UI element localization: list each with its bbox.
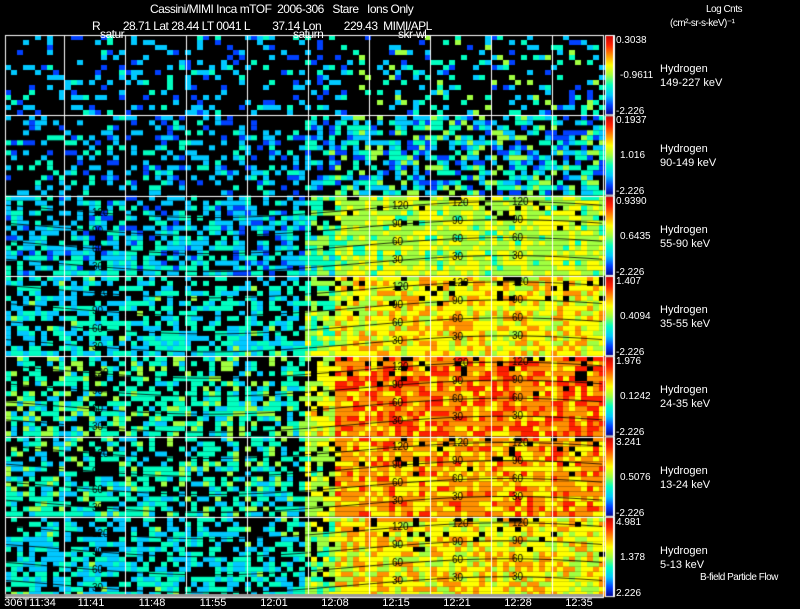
x-tick-label: 12:01 — [260, 597, 288, 609]
panel-energy: 5-13 keV — [660, 558, 705, 571]
marker-saturn: saturn — [293, 27, 324, 41]
colorbar-max: 0.3038 — [616, 35, 647, 46]
colorbar-mid: 0.6435 — [620, 230, 651, 242]
panel-species: Hydrogen — [660, 384, 708, 397]
panel-energy: 55-90 keV — [660, 237, 711, 250]
marker-satur: satur — [100, 27, 125, 41]
panel-species: Hydrogen — [660, 63, 708, 75]
x-tick-label: 12:28 — [504, 597, 532, 609]
panel-species: Hydrogen — [660, 303, 708, 316]
x-tick-label: 11:48 — [138, 597, 166, 609]
panel-energy: 13-24 keV — [660, 478, 711, 491]
colorbar-mid: 1.378 — [620, 551, 646, 563]
x-tick-label: 11:55 — [199, 597, 227, 609]
colorbar-mid: 0.1242 — [620, 391, 651, 403]
x-tick-label: 12:21 — [443, 597, 471, 609]
colorbar-mid: 0.4094 — [620, 310, 651, 322]
panel-species: Hydrogen — [660, 464, 708, 477]
panel-species: Hydrogen — [660, 143, 708, 156]
colorbar-max: 0.9390 — [616, 195, 647, 207]
plot-title: Cassini/MIMI Inca mTOF 2006-306 Stare Io… — [150, 2, 414, 16]
panel-species: Hydrogen — [660, 223, 708, 236]
colorbar-min: 2.226 — [616, 587, 642, 599]
units-label-2: (cm²-sr-s-keV)⁻¹ — [670, 18, 735, 29]
panel-species: Hydrogen — [660, 544, 708, 557]
panel-energy: 90-149 keV — [660, 157, 717, 170]
ephemeris-line: R 28.71 Lat 28.44 LT 0041 L 37.14 Lon 22… — [92, 19, 432, 33]
panel-energy: 24-35 keV — [660, 398, 711, 411]
colorbar-max: 1.407 — [616, 275, 642, 287]
x-tick-label: 12:15 — [382, 597, 410, 609]
x-tick-label: 12:08 — [321, 597, 349, 609]
x-tick-label: 12:35 — [565, 597, 593, 609]
x-tick-label: 306T11:34 — [4, 597, 56, 609]
colorbar-max: 1.976 — [616, 356, 642, 368]
panel-energy: 149-227 keV — [660, 77, 723, 89]
panel-energy: 35-55 keV — [660, 317, 711, 330]
colorbar-mid: 0.5076 — [620, 471, 651, 483]
colorbar-mid: 1.016 — [620, 150, 646, 162]
x-tick-label: 11:41 — [77, 597, 105, 609]
marker-skr: skr-wl — [398, 27, 427, 41]
bfield-note: B-field Particle Flow — [700, 572, 778, 583]
colorbar-max: 4.981 — [616, 516, 642, 528]
colorbar-max: 0.1937 — [616, 115, 647, 127]
units-label: Log Cnts — [706, 4, 743, 15]
colorbar-mid: -0.9611 — [620, 70, 654, 81]
colorbar-max: 3.241 — [616, 436, 642, 448]
